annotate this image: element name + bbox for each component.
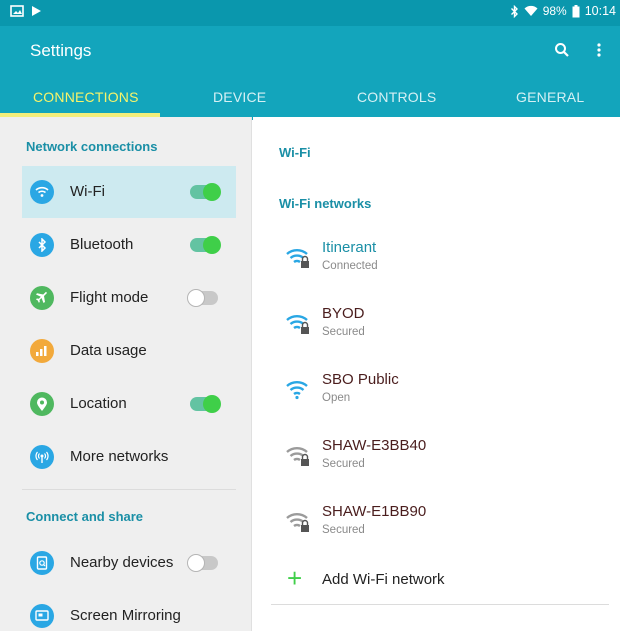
network-status: Secured [322, 524, 365, 536]
nearby-devices-circle-icon [30, 551, 54, 575]
menu-label-flight-mode: Flight mode [70, 289, 149, 306]
menu-label-screen-mirroring: Screen Mirroring [70, 607, 181, 624]
menu-label-nearby-devices: Nearby devices [70, 554, 174, 571]
menu-item-flight-mode[interactable]: Flight mode [22, 272, 236, 324]
menu-label-data-usage: Data usage [70, 342, 147, 359]
more-options-button[interactable] [588, 39, 610, 61]
bluetooth-toggle[interactable] [190, 236, 221, 254]
network-row-shaw-e1bb90[interactable]: SHAW-E1BB90 Secured [253, 495, 620, 555]
battery-percent: 98% [542, 4, 567, 18]
network-status: Open [322, 392, 351, 404]
status-bar: 98% 10:14 [0, 0, 620, 26]
network-row-shaw-e3bb40[interactable]: SHAW-E3BB40 Secured [253, 429, 620, 489]
section-connect-and-share: Connect and share [26, 509, 144, 524]
right-divider [271, 604, 609, 605]
search-button[interactable] [551, 39, 573, 61]
network-status: Connected [322, 260, 378, 272]
menu-item-nearby-devices[interactable]: Nearby devices [22, 537, 236, 589]
network-name: BYOD [322, 305, 365, 322]
network-row-sbo-public[interactable]: SBO Public Open [253, 363, 620, 423]
flight-mode-toggle[interactable] [187, 289, 218, 307]
add-wifi-network-label: Add Wi-Fi network [322, 571, 445, 588]
wifi-detail-panel: Wi-Fi Wi-Fi networks Itinerant Connected… [253, 117, 620, 631]
wifi-networks-header: Wi-Fi networks [279, 196, 372, 211]
network-name: SBO Public [322, 371, 399, 388]
page-title: Settings [30, 41, 92, 60]
airplane-circle-icon [30, 286, 54, 310]
plus-icon: + [287, 563, 303, 593]
screen-mirroring-circle-icon [30, 604, 54, 628]
menu-item-data-usage[interactable]: Data usage [22, 325, 236, 377]
menu-item-bluetooth[interactable]: Bluetooth [22, 219, 236, 271]
gallery-notification-icon [10, 5, 24, 17]
menu-item-screen-mirroring[interactable]: Screen Mirroring [22, 590, 236, 631]
play-store-notification-icon [32, 6, 41, 16]
location-circle-icon [30, 392, 54, 416]
wifi-signal-locked-icon [286, 315, 309, 334]
status-right-icons: 98% 10:14 [510, 4, 616, 18]
app-bar: Settings [0, 26, 620, 74]
wifi-icon [524, 5, 538, 16]
network-name: Itinerant [322, 239, 377, 256]
status-left-icons [10, 5, 42, 17]
settings-menu: Network connections Wi-Fi Bluetooth Flig… [0, 117, 252, 631]
tab-device[interactable]: DEVICE [213, 89, 266, 105]
add-wifi-network-button[interactable]: + Add Wi-Fi network [253, 565, 620, 605]
network-status: Secured [322, 326, 365, 338]
menu-item-location[interactable]: Location [22, 378, 236, 430]
bluetooth-circle-icon [30, 233, 54, 257]
section-network-connections: Network connections [26, 139, 158, 154]
menu-label-wifi: Wi-Fi [70, 183, 105, 200]
menu-label-location: Location [70, 395, 127, 412]
more-vert-icon [597, 43, 601, 57]
wifi-signal-locked-icon [286, 249, 309, 268]
data-usage-circle-icon [30, 339, 54, 363]
network-row-byod[interactable]: BYOD Secured [253, 297, 620, 357]
wifi-signal-weak-locked-icon [286, 513, 309, 532]
network-name: SHAW-E3BB40 [322, 437, 427, 454]
battery-icon [572, 4, 580, 17]
network-row-itinerant[interactable]: Itinerant Connected [253, 231, 620, 291]
tab-general[interactable]: GENERAL [516, 89, 584, 105]
location-toggle[interactable] [190, 395, 221, 413]
more-networks-circle-icon [30, 445, 54, 469]
tab-connections[interactable]: CONNECTIONS [33, 89, 139, 105]
bluetooth-icon [510, 4, 518, 18]
wifi-circle-icon [30, 180, 54, 204]
menu-item-wifi[interactable]: Wi-Fi [22, 166, 236, 218]
network-name: SHAW-E1BB90 [322, 503, 427, 520]
wifi-header: Wi-Fi [279, 145, 311, 160]
search-icon [555, 43, 569, 57]
wifi-toggle[interactable] [190, 183, 221, 201]
clock: 10:14 [584, 4, 616, 18]
left-divider [22, 489, 236, 490]
wifi-signal-icon [286, 381, 308, 400]
menu-label-bluetooth: Bluetooth [70, 236, 134, 253]
wifi-signal-weak-locked-icon [286, 447, 309, 466]
nearby-devices-toggle[interactable] [187, 554, 218, 572]
tab-controls[interactable]: CONTROLS [357, 89, 436, 105]
network-status: Secured [322, 458, 365, 470]
menu-item-more-networks[interactable]: More networks [22, 431, 236, 483]
menu-label-more-networks: More networks [70, 448, 169, 465]
